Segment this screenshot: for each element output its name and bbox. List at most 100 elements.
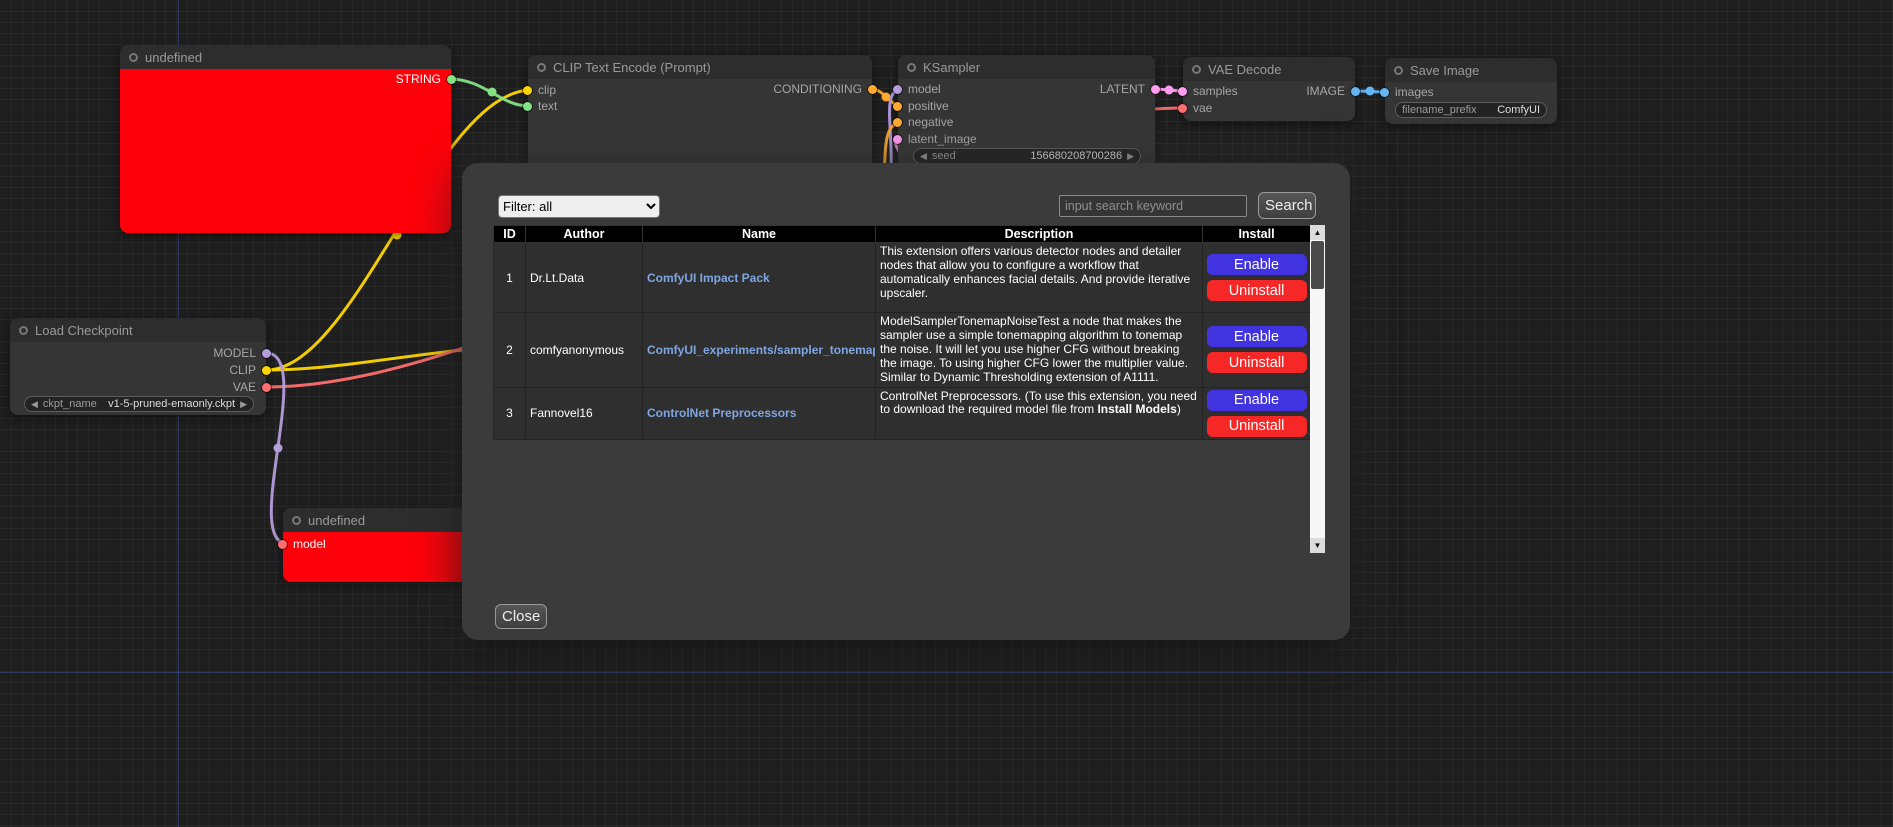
- input-slot-text[interactable]: text: [523, 99, 557, 113]
- uninstall-button[interactable]: Uninstall: [1207, 416, 1307, 437]
- output-slot-latent[interactable]: LATENT: [1100, 82, 1160, 96]
- input-slot-model[interactable]: model: [893, 82, 941, 96]
- node-vae-decode[interactable]: VAE Decode samples vae IMAGE: [1183, 57, 1355, 121]
- latent-port-icon[interactable]: [1151, 85, 1160, 94]
- scrollbar-thumb[interactable]: [1311, 241, 1324, 289]
- input-label: samples: [1193, 84, 1238, 98]
- enable-button[interactable]: Enable: [1207, 390, 1307, 411]
- scroll-down-icon[interactable]: ▼: [1310, 538, 1325, 553]
- enable-button[interactable]: Enable: [1207, 326, 1307, 347]
- vae-port-icon[interactable]: [262, 383, 271, 392]
- conditioning-port-icon[interactable]: [868, 85, 877, 94]
- conditioning-port-icon[interactable]: [893, 118, 902, 127]
- collapse-dot-icon[interactable]: [1394, 66, 1403, 75]
- input-slot-negative[interactable]: negative: [893, 115, 953, 129]
- output-slot-model[interactable]: MODEL: [213, 346, 271, 360]
- cell-id: 1: [494, 243, 526, 313]
- input-slot-samples[interactable]: samples: [1178, 84, 1238, 98]
- latent-port-icon[interactable]: [893, 135, 902, 144]
- node-header[interactable]: CLIP Text Encode (Prompt): [528, 55, 872, 79]
- widget-value: v1-5-pruned-emaonly.ckpt: [108, 398, 235, 410]
- cell-install: Enable Uninstall: [1203, 313, 1311, 388]
- node-undefined-bottom[interactable]: undefined model: [283, 508, 468, 582]
- collapse-dot-icon[interactable]: [537, 63, 546, 72]
- table-scrollbar[interactable]: ▲ ▼: [1310, 225, 1325, 553]
- extension-link[interactable]: ComfyUI_experiments/sampler_tonemap: [647, 343, 876, 357]
- ckpt-name-widget[interactable]: ◀ ckpt_name v1-5-pruned-emaonly.ckpt ▶: [24, 396, 254, 412]
- increment-arrow-icon[interactable]: ▶: [240, 400, 247, 409]
- node-save-image[interactable]: Save Image images filename_prefix ComfyU…: [1385, 58, 1557, 124]
- output-label: IMAGE: [1306, 84, 1345, 98]
- node-header[interactable]: Save Image: [1385, 58, 1557, 82]
- decrement-arrow-icon[interactable]: ◀: [31, 400, 38, 409]
- model-port-icon[interactable]: [893, 85, 902, 94]
- string-port-icon[interactable]: [523, 102, 532, 111]
- input-slot-vae[interactable]: vae: [1178, 101, 1212, 115]
- collapse-dot-icon[interactable]: [129, 53, 138, 62]
- widget-value: 156680208700286: [1030, 150, 1122, 162]
- clip-port-icon[interactable]: [523, 86, 532, 95]
- model-port-icon[interactable]: [278, 540, 287, 549]
- output-slot-clip[interactable]: CLIP: [229, 363, 271, 377]
- node-header[interactable]: VAE Decode: [1183, 57, 1355, 81]
- extension-link[interactable]: ControlNet Preprocessors: [647, 406, 796, 420]
- collapse-dot-icon[interactable]: [292, 516, 301, 525]
- node-header[interactable]: undefined: [120, 45, 451, 69]
- close-button[interactable]: Close: [495, 604, 547, 629]
- cell-description: This extension offers various detector n…: [876, 243, 1203, 313]
- input-slot-positive[interactable]: positive: [893, 99, 949, 113]
- node-header[interactable]: undefined: [283, 508, 468, 532]
- collapse-dot-icon[interactable]: [1192, 65, 1201, 74]
- latent-port-icon[interactable]: [1178, 87, 1187, 96]
- node-title: VAE Decode: [1208, 62, 1281, 77]
- input-slot-model[interactable]: model: [278, 537, 326, 551]
- filter-select[interactable]: Filter: all: [498, 195, 660, 218]
- scroll-up-icon[interactable]: ▲: [1310, 225, 1325, 240]
- output-slot-vae[interactable]: VAE: [233, 380, 271, 394]
- vae-port-icon[interactable]: [1178, 104, 1187, 113]
- collapse-dot-icon[interactable]: [19, 326, 28, 335]
- uninstall-button[interactable]: Uninstall: [1207, 280, 1307, 301]
- widget-label: filename_prefix: [1402, 104, 1477, 116]
- cell-name: ComfyUI_experiments/sampler_tonemap: [643, 313, 876, 388]
- search-button[interactable]: Search: [1258, 192, 1316, 219]
- cell-install: Enable Uninstall: [1203, 243, 1311, 313]
- uninstall-button[interactable]: Uninstall: [1207, 352, 1307, 373]
- output-label: STRING: [396, 72, 441, 86]
- image-port-icon[interactable]: [1351, 87, 1360, 96]
- header-description: Description: [876, 226, 1203, 243]
- cell-name: ControlNet Preprocessors: [643, 387, 876, 439]
- enable-button[interactable]: Enable: [1207, 254, 1307, 275]
- seed-widget[interactable]: ◀ seed 156680208700286 ▶: [913, 148, 1141, 164]
- input-label: clip: [538, 83, 556, 97]
- image-port-icon[interactable]: [1380, 88, 1389, 97]
- output-slot-string[interactable]: STRING: [396, 72, 456, 86]
- output-label: CONDITIONING: [773, 82, 862, 96]
- increment-arrow-icon[interactable]: ▶: [1127, 152, 1134, 161]
- filename-prefix-widget[interactable]: filename_prefix ComfyUI: [1395, 102, 1547, 118]
- conditioning-port-icon[interactable]: [893, 102, 902, 111]
- output-slot-image[interactable]: IMAGE: [1306, 84, 1360, 98]
- node-undefined-top[interactable]: undefined STRING: [120, 45, 451, 233]
- extensions-table: ID Author Name Description Install 1 Dr.…: [493, 225, 1311, 440]
- cell-name: ComfyUI Impact Pack: [643, 243, 876, 313]
- header-name: Name: [643, 226, 876, 243]
- node-header[interactable]: Load Checkpoint: [10, 318, 266, 342]
- input-label: text: [538, 99, 557, 113]
- input-slot-images[interactable]: images: [1380, 85, 1434, 99]
- extension-link[interactable]: ComfyUI Impact Pack: [647, 271, 770, 285]
- decrement-arrow-icon[interactable]: ◀: [920, 152, 927, 161]
- string-port-icon[interactable]: [447, 75, 456, 84]
- search-input[interactable]: [1059, 195, 1247, 217]
- node-load-checkpoint[interactable]: Load Checkpoint MODEL CLIP VAE ◀ ckpt_na…: [10, 318, 266, 415]
- cell-description: ControlNet Preprocessors. (To use this e…: [876, 387, 1203, 439]
- cell-id: 3: [494, 387, 526, 439]
- output-slot-conditioning[interactable]: CONDITIONING: [773, 82, 877, 96]
- input-slot-latent-image[interactable]: latent_image: [893, 132, 977, 146]
- header-author: Author: [526, 226, 643, 243]
- collapse-dot-icon[interactable]: [907, 63, 916, 72]
- clip-port-icon[interactable]: [262, 366, 271, 375]
- model-port-icon[interactable]: [262, 349, 271, 358]
- node-header[interactable]: KSampler: [898, 55, 1155, 79]
- input-slot-clip[interactable]: clip: [523, 83, 556, 97]
